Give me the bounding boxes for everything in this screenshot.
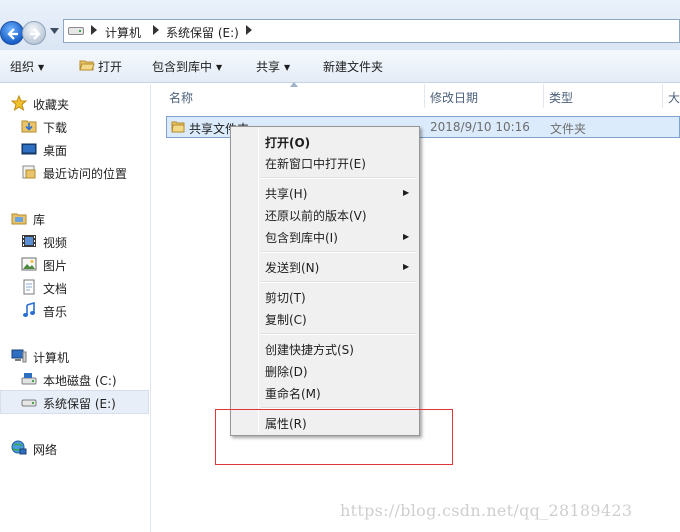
forward-button[interactable] [22,21,46,45]
star-icon [11,95,27,111]
desktop-icon [21,143,37,155]
organize-button[interactable]: 组织 ▼ [10,58,44,75]
history-dropdown-icon[interactable] [50,28,59,34]
pictures-icon [21,257,37,271]
address-box[interactable]: 计算机 系统保留 (E:) [63,19,680,43]
breadcrumb-drive-e[interactable]: 系统保留 (E:) [166,24,239,41]
menu-item-share-with[interactable]: 共享(H) [265,185,307,202]
breadcrumb-computer[interactable]: 计算机 [105,24,141,41]
network-icon [11,440,27,455]
context-menu: 打开(O) 在新窗口中打开(E) 共享(H) ▶ 还原以前的版本(V) 包含到库… [230,126,420,436]
menu-gutter [258,129,259,433]
submenu-arrow-icon: ▶ [403,232,410,241]
column-header-type[interactable]: 类型 [544,84,662,108]
address-bar-row: 计算机 系统保留 (E:) [0,0,680,50]
menu-item-cut[interactable]: 剪切(T) [265,289,306,306]
include-in-library-button[interactable]: 包含到库中 ▼ [152,58,222,75]
documents-icon [23,279,35,295]
menu-separator [261,281,416,283]
drive-icon [21,399,37,407]
dropdown-arrow-icon: ▼ [38,63,45,72]
share-button[interactable]: 共享 ▼ [256,58,290,75]
file-type: 文件夹 [550,122,587,136]
menu-item-create-shortcut[interactable]: 创建快捷方式(S) [265,341,354,358]
dropdown-arrow-icon: ▼ [216,63,223,72]
column-header-size[interactable]: 大 [663,84,680,108]
column-header-name[interactable]: 名称 [152,84,424,108]
menu-item-open-new-window[interactable]: 在新窗口中打开(E) [265,155,366,172]
column-header-date[interactable]: 修改日期 [425,84,543,108]
menu-item-rename[interactable]: 重命名(M) [265,385,321,402]
computer-icon [11,349,27,363]
new-folder-button[interactable]: 新建文件夹 [323,58,383,75]
navigation-pane: 收藏夹 下载 桌面 最近访问的位置 库 视频 图片 文档 音乐 计算机 本地磁盘… [0,84,151,532]
back-button[interactable] [0,21,24,45]
library-icon [11,213,27,225]
file-modified-date: 2018/9/10 10:16 [430,120,530,134]
recent-places-icon [22,165,36,179]
open-folder-icon [79,60,95,71]
folder-icon [171,121,185,133]
local-disk-icon [21,373,37,385]
music-icon [23,302,35,317]
menu-item-restore-versions[interactable]: 还原以前的版本(V) [265,207,367,224]
menu-item-send-to[interactable]: 发送到(N) [265,259,319,276]
drive-icon [68,27,84,35]
menu-item-open[interactable]: 打开(O) [265,134,310,151]
command-bar: 组织 ▼ 打开 包含到库中 ▼ 共享 ▼ 新建文件夹 [0,50,680,83]
menu-item-copy[interactable]: 复制(C) [265,311,307,328]
submenu-arrow-icon: ▶ [403,188,410,197]
menu-separator [261,177,416,179]
breadcrumb-separator-icon[interactable] [153,25,159,35]
breadcrumb-separator-icon[interactable] [91,25,97,35]
video-icon [22,235,36,247]
submenu-arrow-icon: ▶ [403,262,410,271]
menu-item-include-library[interactable]: 包含到库中(I) [265,229,338,246]
downloads-folder-icon [21,120,37,133]
arrow-left-icon [7,28,18,40]
dropdown-arrow-icon: ▼ [284,63,291,72]
menu-item-delete[interactable]: 删除(D) [265,363,308,380]
highlight-annotation-box [215,409,453,465]
open-button[interactable]: 打开 [98,58,122,75]
arrow-right-icon [30,28,41,40]
breadcrumb-separator-icon[interactable] [246,25,252,35]
watermark: https://blog.csdn.net/qq_28189423 [340,501,633,520]
menu-separator [261,251,416,253]
menu-separator [261,333,416,335]
